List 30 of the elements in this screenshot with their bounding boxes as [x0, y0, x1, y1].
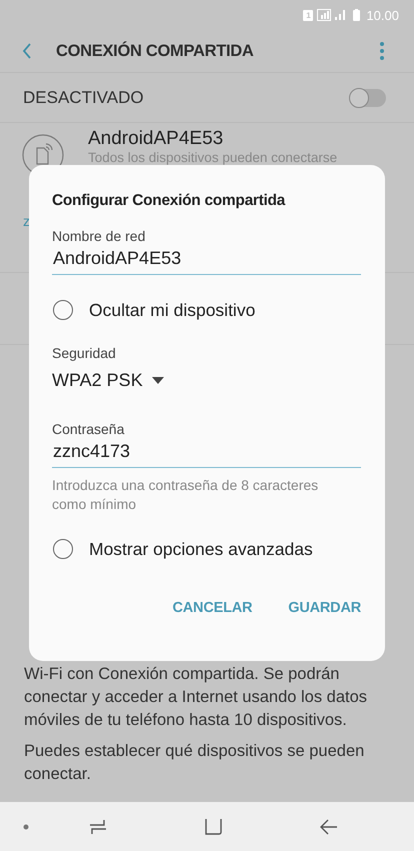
- network-subtitle: Todos los dispositivos pueden conectarse: [88, 150, 338, 165]
- recents-icon[interactable]: [89, 818, 107, 834]
- sim-icon: 1: [303, 10, 314, 20]
- security-dropdown[interactable]: WPA2 PSK: [52, 361, 164, 421]
- caret-icon: [152, 377, 164, 384]
- radio-label: Ocultar mi dispositivo: [89, 300, 256, 320]
- clock-text: 10.00: [366, 8, 399, 22]
- input-field[interactable]: AndroidAP4E53: [52, 244, 361, 275]
- field-label: Seguridad: [52, 345, 116, 361]
- network-name: AndroidAP4E53: [88, 128, 224, 150]
- back-icon[interactable]: [320, 818, 338, 834]
- description-text: Puedes establecer qué dispositivos se pueden conectar.: [24, 741, 366, 785]
- battery-icon: [353, 9, 360, 21]
- input-field[interactable]: zznc4173: [52, 437, 361, 468]
- description-line: móviles de tu teléfono hasta 10 dispositivos.: [24, 710, 347, 731]
- field-label: Contraseña: [52, 421, 124, 437]
- setting-subtitle: z: [23, 213, 30, 229]
- description-line: Wi-Fi con Conexión compartida. Se podrán: [24, 664, 340, 685]
- description-line: conectar y acceder a Internet usando los datos: [24, 687, 368, 708]
- radio-label: Mostrar opciones avanzadas: [89, 538, 313, 560]
- radio-button[interactable]: [53, 539, 73, 559]
- switch-label: DESACTIVADO: [23, 88, 145, 108]
- toggle-switch[interactable]: [350, 88, 386, 106]
- radio-button[interactable]: [53, 300, 73, 320]
- dot-icon[interactable]: [23, 824, 29, 830]
- dialog-title: Configurar Conexión compartida: [52, 192, 286, 210]
- home-icon[interactable]: [205, 818, 222, 835]
- field-hint: Introduzca una contraseña de 8 caracteres como mínimo: [52, 476, 320, 514]
- field-label: Nombre de red: [52, 228, 146, 244]
- page-title: CONEXIÓN COMPARTIDA: [56, 42, 254, 60]
